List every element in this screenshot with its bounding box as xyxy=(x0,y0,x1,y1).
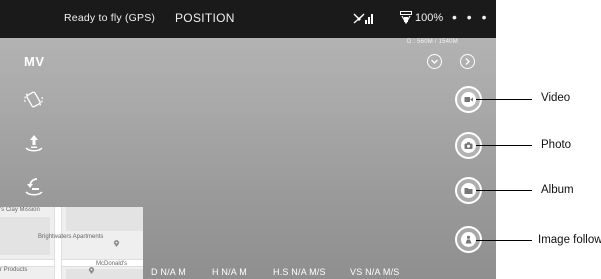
top-status-bar: Ready to fly (GPS) POSITION 100% • • • xyxy=(0,0,496,38)
more-menu-button[interactable]: • • • xyxy=(452,10,489,24)
map-block xyxy=(66,207,143,231)
battery-percent: 100% xyxy=(415,11,444,24)
callout-line-photo xyxy=(476,145,532,146)
telemetry-horizontal-speed: H.S N/A M/S xyxy=(273,267,326,277)
callout-video: Video xyxy=(541,92,571,104)
callout-line-album xyxy=(476,190,532,191)
battery-indicator: 100% xyxy=(400,11,443,24)
map-label-mcdonalds: McDonald's xyxy=(96,261,128,267)
rotate-gimbal-icon[interactable] xyxy=(22,88,46,112)
flight-mode: POSITION xyxy=(175,11,235,25)
map-label-mission: 's Clay Mission xyxy=(0,207,40,213)
callout-image-follow: Image follow xyxy=(538,234,601,246)
person-follow-icon xyxy=(461,232,476,247)
distance-readout: D : 560M / 1540M xyxy=(407,39,458,45)
drone-app-screen: Ready to fly (GPS) POSITION 100% • • • D… xyxy=(0,0,496,279)
video-icon xyxy=(461,92,476,107)
callout-line-video xyxy=(476,99,532,100)
telemetry-distance: D N/A M xyxy=(151,267,186,277)
callout-line-image-follow xyxy=(476,240,532,241)
map-pin-icon xyxy=(88,261,95,274)
map-label-products: r Products xyxy=(0,267,28,273)
flight-status: Ready to fly (GPS) xyxy=(64,12,156,24)
folder-icon xyxy=(461,183,476,198)
camera-icon xyxy=(461,138,476,153)
callout-photo: Photo xyxy=(541,139,572,151)
telemetry-vertical-speed: VS N/A M/S xyxy=(350,267,400,277)
mode-label: MV xyxy=(24,54,45,69)
map-label-apartments: Brightwaters Apartments xyxy=(38,234,104,240)
map-pin-icon xyxy=(113,234,120,247)
telemetry-height: H N/A M xyxy=(212,267,247,277)
chevron-down-icon[interactable] xyxy=(427,54,442,69)
takeoff-icon[interactable] xyxy=(22,132,46,156)
mini-map[interactable]: 's Clay Mission Brightwaters Apartments … xyxy=(0,207,143,279)
remote-signal-icon xyxy=(352,11,374,25)
return-home-icon[interactable] xyxy=(22,175,46,199)
map-road xyxy=(54,207,62,279)
drone-battery-icon xyxy=(400,11,412,24)
page: Ready to fly (GPS) POSITION 100% • • • D… xyxy=(0,0,601,279)
callout-album: Album xyxy=(541,184,574,196)
map-block xyxy=(66,269,143,279)
chevron-right-icon[interactable] xyxy=(460,54,475,69)
